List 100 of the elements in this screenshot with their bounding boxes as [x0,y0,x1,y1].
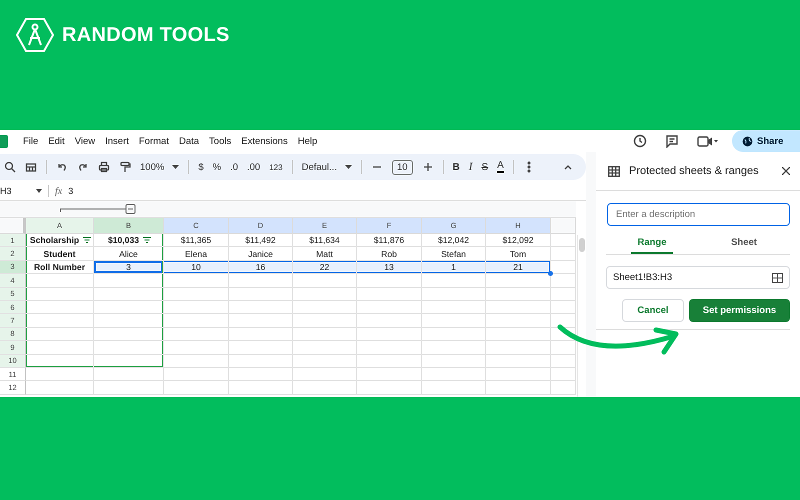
grid-select-icon[interactable] [772,272,783,282]
table-cell[interactable]: Rob [357,247,422,261]
font-dropdown[interactable]: Defaul... [302,162,352,172]
italic-button[interactable]: I [468,161,472,173]
description-field[interactable]: Enter a description [607,203,790,226]
paint-format-icon[interactable] [119,161,131,173]
table-cell[interactable] [293,368,357,382]
table-cell[interactable] [94,381,164,395]
font-size-field[interactable]: 10 [392,160,413,174]
table-cell[interactable] [26,341,94,355]
table-cell[interactable] [551,341,576,355]
menu-item[interactable]: Extensions [236,136,293,146]
table-cell[interactable] [229,354,293,368]
table-cell[interactable]: Stefan [422,247,486,261]
table-cell[interactable] [551,288,576,301]
table-cell[interactable]: Tom [486,247,551,261]
table-cell[interactable] [422,300,486,314]
table-cell[interactable] [357,354,422,368]
table-cell[interactable] [486,300,551,314]
table-cell[interactable] [229,381,293,395]
menu-item[interactable]: Edit [43,136,70,146]
redo-icon[interactable] [77,161,89,173]
table-cell[interactable] [551,247,576,261]
table-cell[interactable] [486,288,551,301]
table-cell[interactable] [293,288,357,301]
table-cell[interactable] [422,274,486,288]
table-cell[interactable] [357,341,422,355]
table-cell[interactable] [26,328,94,342]
table-cell[interactable] [422,341,486,355]
print-icon[interactable] [98,161,110,173]
table-cell[interactable] [164,300,229,314]
table-cell[interactable] [486,341,551,355]
menu-item[interactable]: Format [134,136,174,146]
table-cell[interactable] [551,381,576,395]
close-icon[interactable] [782,167,790,175]
table-cell[interactable] [229,368,293,382]
table-cell[interactable] [357,274,422,288]
undo-icon[interactable] [56,161,68,173]
table-cell[interactable] [26,274,94,288]
name-box[interactable]: H3 [0,186,30,196]
table-cell[interactable] [94,288,164,301]
menu-item[interactable]: Tools [204,136,236,146]
table-cell[interactable] [551,234,576,248]
filter-icon[interactable] [83,237,92,244]
table-cell[interactable]: $11,365 [164,234,229,248]
panel-tab[interactable]: Range [631,234,673,254]
bold-button[interactable]: B [452,162,460,172]
table-cell[interactable] [422,381,486,395]
column-group-control[interactable] [60,204,136,214]
table-cell[interactable] [229,341,293,355]
table-cell[interactable]: 22 [293,260,357,274]
plus-icon[interactable] [422,161,434,173]
table-cell[interactable] [229,274,293,288]
table-cell[interactable] [26,300,94,314]
table-cell[interactable]: Scholarship [26,234,94,248]
search-icon[interactable] [4,161,16,173]
table-cell[interactable] [94,368,164,382]
table-cell[interactable]: $12,042 [422,234,486,248]
table-cell[interactable]: $11,634 [293,234,357,248]
table-cell[interactable] [357,314,422,328]
table-cell[interactable] [164,354,229,368]
table-cell[interactable] [229,314,293,328]
increase-decimal-button[interactable]: .00 [247,162,260,172]
table-cell[interactable]: Elena [164,247,229,261]
table-cell[interactable] [293,314,357,328]
sheets-logo-icon[interactable] [0,134,8,148]
table-cell[interactable]: Janice [229,247,293,261]
table-cell[interactable] [94,341,164,355]
table-cell[interactable] [357,381,422,395]
table-cell[interactable] [164,274,229,288]
table-cell[interactable] [357,300,422,314]
table-cell[interactable] [551,314,576,328]
table-cell[interactable] [486,314,551,328]
table-cell[interactable] [229,328,293,342]
table-cell[interactable] [26,288,94,301]
table-cell[interactable] [551,368,576,382]
table-cell[interactable] [422,314,486,328]
table-cell[interactable]: Alice [94,247,164,261]
menu-item[interactable]: Data [174,136,204,146]
table-cell[interactable]: Roll Number [26,260,94,274]
table-cell[interactable] [551,328,576,342]
table-cell[interactable] [486,381,551,395]
number-format-button[interactable]: 123 [269,162,283,172]
select-all-corner[interactable] [0,218,26,234]
table-cell[interactable] [164,288,229,301]
table-cell[interactable]: 3 [94,260,164,274]
table-cell[interactable] [551,260,576,274]
table-cell[interactable]: 10 [164,260,229,274]
table-cell[interactable] [26,314,94,328]
history-icon[interactable] [633,134,647,148]
table-cell[interactable] [486,328,551,342]
menu-item[interactable]: View [70,136,100,146]
table-cell[interactable]: 13 [357,260,422,274]
table-cell[interactable] [551,354,576,368]
table-cell[interactable] [293,300,357,314]
set-permissions-button[interactable]: Set permissions [689,299,790,322]
table-cell[interactable] [26,381,94,395]
table-cell[interactable] [164,368,229,382]
menu-item[interactable]: Insert [100,136,134,146]
table-cell[interactable] [293,341,357,355]
